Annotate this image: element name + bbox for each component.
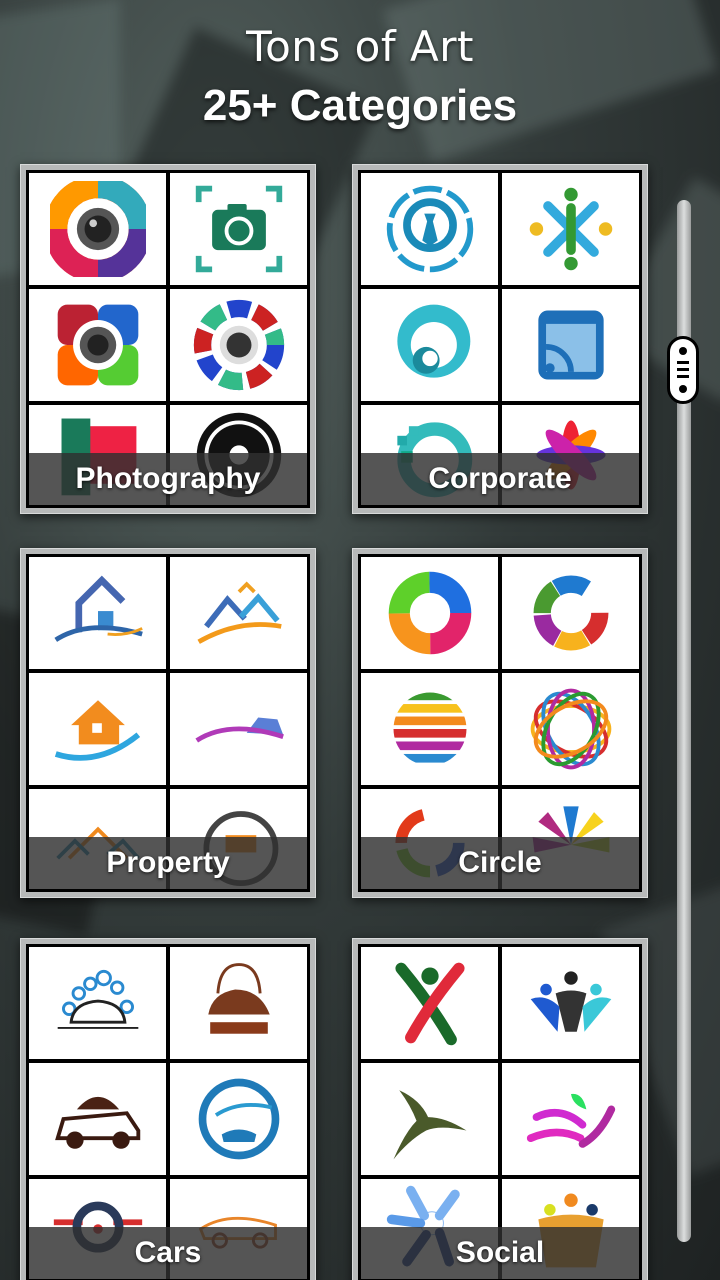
category-card-circle[interactable]: Circle: [352, 548, 648, 898]
category-label: Cars: [134, 1236, 202, 1269]
striped-sphere-icon: [361, 673, 498, 785]
category-label: Photography: [75, 462, 261, 495]
rainbow-ring-icon: [361, 557, 498, 669]
film-strip-lens-icon: [170, 289, 307, 401]
blue-house-wave-icon: [29, 557, 166, 669]
orange-house-swoosh-icon: [29, 673, 166, 785]
three-people-icon: [502, 947, 639, 1059]
people-cross-icon: [502, 173, 639, 285]
category-label-bar: Social: [361, 1227, 639, 1279]
category-label: Property: [106, 846, 230, 879]
wave-car-circle-icon: [170, 1063, 307, 1175]
twin-roof-house-icon: [170, 557, 307, 669]
category-card-property[interactable]: Property: [20, 548, 316, 898]
red-green-figure-icon: [361, 947, 498, 1059]
category-card-cars[interactable]: Cars: [20, 938, 316, 1280]
header-title: Tons of Art: [246, 22, 474, 71]
header-subtitle: 25+ Categories: [202, 81, 518, 130]
roof-purple-wave-icon: [170, 673, 307, 785]
rainbow-lens-icon: [29, 173, 166, 285]
category-label-bar: Property: [29, 837, 307, 889]
magenta-waves-icon: [502, 1063, 639, 1175]
car-wash-bubbles-icon: [29, 947, 166, 1059]
category-card-corporate[interactable]: Corporate: [352, 164, 648, 514]
category-label-bar: Corporate: [361, 453, 639, 505]
category-label-bar: Photography: [29, 453, 307, 505]
vintage-beetle-banner-icon: [170, 947, 307, 1059]
category-label: Circle: [458, 846, 542, 879]
rainbow-square-lens-icon: [29, 289, 166, 401]
classic-car-icon: [29, 1063, 166, 1175]
olive-bird-icon: [361, 1063, 498, 1175]
category-card-social[interactable]: Social: [352, 938, 648, 1280]
category-label-bar: Circle: [361, 837, 639, 889]
promo-header: Tons of Art 25+ Categories: [0, 18, 720, 136]
category-label: Corporate: [428, 462, 572, 495]
category-label-bar: Cars: [29, 1227, 307, 1279]
category-label: Social: [455, 1236, 545, 1269]
cloud-swirl-icon: [361, 289, 498, 401]
camera-focus-frame-icon: [170, 173, 307, 285]
tie-magnifier-icon: [361, 173, 498, 285]
category-card-photography[interactable]: Photography: [20, 164, 316, 514]
petal-ring-icon: [502, 557, 639, 669]
orbit-rings-icon: [502, 673, 639, 785]
scrollbar-thumb[interactable]: [667, 336, 699, 405]
wallet-wifi-icon: [502, 289, 639, 401]
